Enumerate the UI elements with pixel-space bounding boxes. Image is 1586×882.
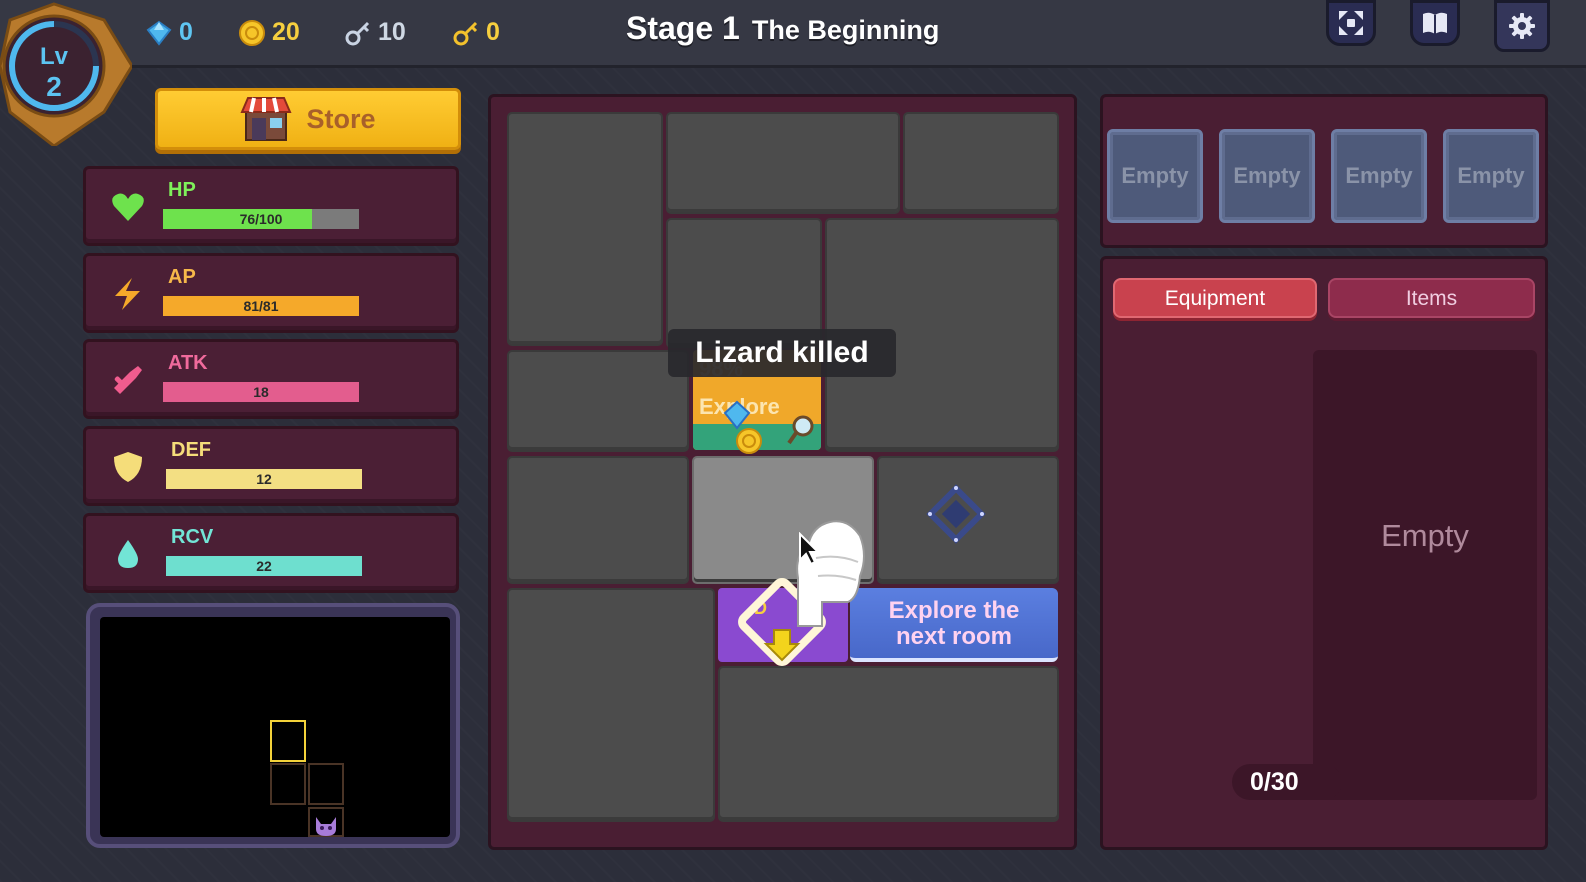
stat-value: 12 xyxy=(256,471,272,487)
room-tile[interactable] xyxy=(718,666,1059,822)
book-button[interactable] xyxy=(1410,0,1460,46)
stat-bar: 76/100 xyxy=(163,209,359,229)
gem-icon xyxy=(146,20,172,46)
room-tile[interactable] xyxy=(507,456,689,584)
coin-icon xyxy=(736,428,762,454)
minimap[interactable] xyxy=(86,603,460,848)
stage-number: Stage 1 xyxy=(626,10,740,46)
room-tile[interactable] xyxy=(903,112,1059,214)
tab-equipment[interactable]: Equipment xyxy=(1113,278,1317,318)
stat-bar: 18 xyxy=(163,382,359,402)
explore-next-room-tooltip: Explore the next room xyxy=(850,588,1058,662)
stat-rcv: RCV 22 xyxy=(83,513,459,593)
stat-value: 76/100 xyxy=(239,211,283,227)
gold-key-counter: 0 xyxy=(452,18,500,47)
quick-slot-1[interactable]: Empty xyxy=(1107,129,1203,223)
stat-name: AP xyxy=(168,266,196,288)
minimap-room xyxy=(270,763,306,805)
stat-name: ATK xyxy=(168,352,208,374)
stat-bar: 12 xyxy=(166,469,362,489)
room-tile[interactable] xyxy=(507,350,689,452)
stat-name: DEF xyxy=(171,439,211,461)
tooltip-line1: Explore the xyxy=(888,597,1020,624)
level-badge: Lv 2 xyxy=(0,0,134,148)
coin-count: 20 xyxy=(272,18,300,46)
store-label: Store xyxy=(306,103,376,134)
inventory-count: 0/30 xyxy=(1232,764,1342,800)
stat-ap: AP 81/81 xyxy=(83,253,459,333)
room-tile[interactable] xyxy=(507,588,715,822)
stage-title: Stage 1 The Beginning xyxy=(626,10,939,47)
gear-icon xyxy=(1509,13,1535,39)
fullscreen-icon xyxy=(1339,11,1363,35)
quick-slot-2[interactable]: Empty xyxy=(1219,129,1315,223)
magnifier-icon xyxy=(787,415,814,445)
minimap-room xyxy=(308,763,344,805)
heart-icon xyxy=(110,189,146,225)
quick-slot-3[interactable]: Empty xyxy=(1331,129,1427,223)
stat-hp: HP 76/100 xyxy=(83,166,459,246)
coin-icon xyxy=(239,19,265,46)
level-prefix: Lv xyxy=(39,43,68,70)
store-button[interactable]: Store xyxy=(155,88,461,150)
level-value: 2 xyxy=(46,71,62,102)
stat-name: HP xyxy=(168,179,196,201)
drop-icon xyxy=(110,536,146,572)
gold-key-count: 0 xyxy=(486,18,500,46)
portal-icon xyxy=(926,484,986,544)
gold-key-icon xyxy=(453,21,478,45)
stat-bar: 22 xyxy=(166,556,362,576)
book-icon xyxy=(1423,12,1447,34)
shield-icon xyxy=(110,449,146,485)
minimap-room-current xyxy=(270,720,306,762)
room-tile[interactable] xyxy=(666,112,900,214)
stat-def: DEF 12 xyxy=(83,426,459,506)
silver-key-count: 10 xyxy=(378,18,406,46)
top-bar: 0 20 10 0 Stage 1 The Beginning xyxy=(0,0,1586,68)
stat-name: RCV xyxy=(171,526,214,548)
gem-counter: 0 xyxy=(145,18,193,47)
stat-atk: ATK 18 xyxy=(83,339,459,419)
shop-icon xyxy=(240,97,293,141)
stat-value: 22 xyxy=(256,558,272,574)
settings-button[interactable] xyxy=(1494,0,1550,52)
fullscreen-button[interactable] xyxy=(1326,0,1376,46)
tooltip-line2: next room xyxy=(895,623,1012,650)
cursor-icon xyxy=(799,532,820,566)
coin-counter: 20 xyxy=(238,18,300,47)
stat-value: 81/81 xyxy=(243,298,279,314)
minimap-screen xyxy=(100,617,450,837)
star-icon xyxy=(110,276,146,312)
inventory-list[interactable] xyxy=(1313,350,1537,800)
demon-icon xyxy=(316,817,336,836)
room-tile[interactable] xyxy=(507,112,663,346)
inventory-empty-label: Empty xyxy=(1381,518,1469,553)
stat-bar: 81/81 xyxy=(163,296,359,316)
sword-icon xyxy=(110,362,146,398)
gem-count: 0 xyxy=(179,18,193,46)
quick-slot-4[interactable]: Empty xyxy=(1443,129,1539,223)
stage-name: The Beginning xyxy=(751,15,940,45)
silver-key-counter: 10 xyxy=(344,18,406,47)
silver-key-icon xyxy=(345,21,370,45)
stat-value: 18 xyxy=(253,384,269,400)
kill-notification: Lizard killed xyxy=(668,329,896,377)
tab-items[interactable]: Items xyxy=(1328,278,1535,318)
